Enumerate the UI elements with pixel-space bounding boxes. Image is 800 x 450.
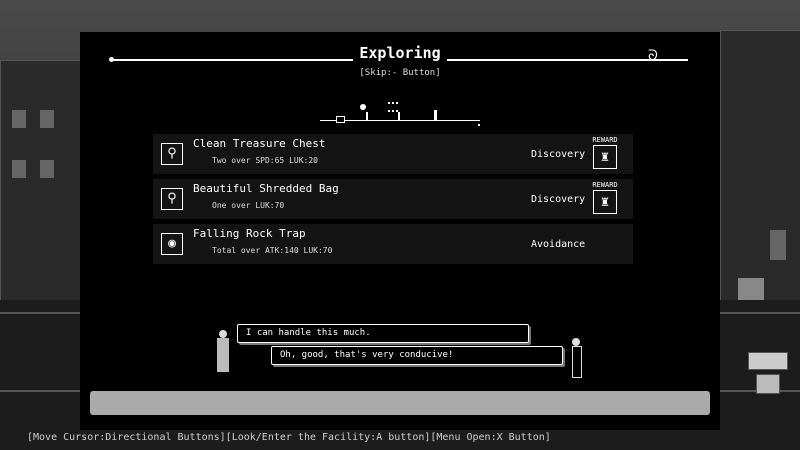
door-sign-icon xyxy=(756,374,780,394)
background-window xyxy=(770,230,786,260)
track-marker xyxy=(388,102,398,112)
event-type: Discovery xyxy=(531,194,586,205)
track-marker xyxy=(360,104,366,110)
track-marker xyxy=(366,112,368,121)
event-name: Beautiful Shredded Bag xyxy=(193,182,339,195)
track-marker xyxy=(336,116,345,123)
character-head xyxy=(219,330,227,338)
speech-bubble: I can handle this much. xyxy=(237,324,529,343)
event-name: Falling Rock Trap xyxy=(193,227,306,240)
reward-bag-icon: ♜ xyxy=(593,190,617,214)
reward-label: REWARD xyxy=(592,181,618,189)
reward-label: REWARD xyxy=(592,136,618,144)
background-building xyxy=(0,60,82,302)
skip-hint: [Skip:- Button] xyxy=(359,68,441,78)
reward-bag-icon: ♜ xyxy=(593,145,617,169)
magnifier-icon: ⚲ xyxy=(161,188,183,210)
character-body xyxy=(217,338,229,372)
background-window xyxy=(40,160,54,178)
shop-sign xyxy=(748,352,788,370)
background-window xyxy=(12,110,26,128)
controls-hint: [Move Cursor:Directional Buttons][Look/E… xyxy=(27,432,551,443)
character-body xyxy=(572,346,582,378)
character-left xyxy=(216,330,230,374)
background-building xyxy=(720,30,800,302)
event-row[interactable]: ⚲ Beautiful Shredded Bag One over LUK:70… xyxy=(153,179,633,219)
magnifier-icon: ⚲ xyxy=(161,143,183,165)
event-type: Avoidance xyxy=(531,239,586,250)
panel-title-text: Exploring xyxy=(353,44,447,62)
character-head xyxy=(572,338,580,346)
event-name: Clean Treasure Chest xyxy=(193,137,326,150)
event-requirement: Two over SPD:65 LUK:20 xyxy=(212,156,318,165)
event-requirement: Total over ATK:140 LUK:70 xyxy=(212,246,333,255)
exploration-progress-track xyxy=(320,102,480,128)
background-window xyxy=(40,110,54,128)
message-bar xyxy=(90,391,710,415)
eye-icon: ◉ xyxy=(161,233,183,255)
reward-badge: REWARD ♜ xyxy=(585,179,625,219)
background-window xyxy=(12,160,26,178)
track-marker xyxy=(478,124,480,126)
exploring-panel: ᘐ Exploring [Skip:- Button] ⚲ Clean Trea… xyxy=(80,32,720,430)
event-row[interactable]: ◉ Falling Rock Trap Total over ATK:140 L… xyxy=(153,224,633,264)
character-right xyxy=(570,338,582,378)
panel-title: Exploring xyxy=(80,44,720,62)
track-marker xyxy=(398,112,400,121)
background-fence xyxy=(738,278,764,300)
event-requirement: One over LUK:70 xyxy=(212,201,285,210)
event-type: Discovery xyxy=(531,149,586,160)
speech-bubble: Oh, good, that's very conducive! xyxy=(271,346,563,365)
event-row[interactable]: ⚲ Clean Treasure Chest Two over SPD:65 L… xyxy=(153,134,633,174)
player-marker-icon xyxy=(434,110,437,121)
reward-badge: REWARD ♜ xyxy=(585,134,625,174)
